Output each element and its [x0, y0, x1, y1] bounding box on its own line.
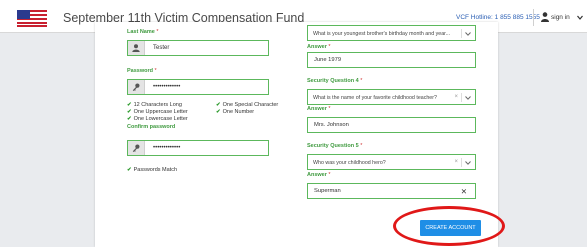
- hotline-link[interactable]: VCF Hotline: 1 855 885 1555: [456, 14, 540, 21]
- answer-4-value: Mrs. Johnson: [314, 122, 349, 128]
- check-icon: ✔: [127, 167, 132, 173]
- confirm-password-field[interactable]: •••••••••••••: [127, 140, 269, 156]
- select-divider: [461, 158, 462, 167]
- security-question-4-label: Security Question 4 *: [307, 78, 363, 84]
- header-divider: [533, 9, 534, 26]
- key-icon: [132, 83, 140, 91]
- check-icon: ✔: [127, 109, 132, 115]
- security-question-3-select[interactable]: What is your youngest brother's birthday…: [307, 25, 476, 41]
- clear-icon[interactable]: ✕: [461, 187, 467, 196]
- user-addon: [128, 41, 145, 55]
- key-addon: [128, 80, 145, 94]
- password-field[interactable]: •••••••••••••: [127, 79, 269, 95]
- answer-3-label: Answer *: [307, 44, 331, 50]
- signin-link[interactable]: sign in: [551, 14, 570, 21]
- rule-uppercase: ✔ One Uppercase Letter: [127, 109, 188, 115]
- check-icon: ✔: [127, 102, 132, 108]
- confirm-password-label: Confirm password: [127, 124, 176, 130]
- highlight-circle-annotation: [393, 206, 505, 246]
- rule-number: ✔ One Number: [216, 109, 255, 115]
- caret-down-icon[interactable]: [465, 161, 471, 165]
- caret-down-icon[interactable]: [465, 96, 471, 100]
- last-name-value: Tester: [153, 45, 170, 51]
- rule-lowercase: ✔ One Lowercase Letter: [127, 116, 188, 122]
- select-divider: [461, 93, 462, 102]
- answer-3-field[interactable]: June 1979: [307, 52, 476, 68]
- last-name-field[interactable]: Tester: [127, 40, 269, 56]
- security-question-5-value: Who was your childhood hero?: [313, 160, 386, 166]
- caret-down-icon[interactable]: [465, 32, 471, 36]
- answer-5-field[interactable]: Superman ✕: [307, 183, 476, 199]
- confirm-password-value: •••••••••••••: [153, 145, 181, 151]
- answer-3-value: June 1979: [314, 57, 342, 63]
- security-question-5-label: Security Question 5 *: [307, 143, 363, 149]
- caret-down-icon[interactable]: [577, 15, 583, 20]
- security-question-4-value: What is the name of your favorite childh…: [313, 95, 437, 101]
- rule-special: ✔ One Special Character: [216, 102, 279, 108]
- clear-icon[interactable]: ×: [454, 159, 458, 165]
- select-divider: [461, 29, 462, 38]
- security-question-5-select[interactable]: Who was your childhood hero? ×: [307, 154, 476, 170]
- last-name-label: Last Name *: [127, 29, 159, 35]
- check-icon: ✔: [216, 109, 221, 115]
- flag-icon: [17, 10, 47, 27]
- password-value: •••••••••••••: [153, 84, 181, 90]
- answer-5-label: Answer *: [307, 172, 331, 178]
- check-icon: ✔: [216, 102, 221, 108]
- answer-5-value: Superman: [314, 188, 341, 194]
- security-question-4-select[interactable]: What is the name of your favorite childh…: [307, 89, 476, 105]
- key-icon: [132, 144, 140, 152]
- clear-icon[interactable]: ×: [454, 94, 458, 100]
- security-question-3-value: What is your youngest brother's birthday…: [313, 31, 451, 37]
- user-icon: [132, 44, 140, 52]
- answer-4-label: Answer *: [307, 106, 331, 112]
- key-addon: [128, 141, 145, 155]
- rule-length: ✔ 12 Characters Long: [127, 102, 182, 108]
- passwords-match-status: ✔ Passwords Match: [127, 167, 178, 173]
- password-label: Password *: [127, 68, 157, 74]
- person-icon[interactable]: [541, 12, 549, 22]
- check-icon: ✔: [127, 116, 132, 122]
- answer-4-field[interactable]: Mrs. Johnson: [307, 117, 476, 133]
